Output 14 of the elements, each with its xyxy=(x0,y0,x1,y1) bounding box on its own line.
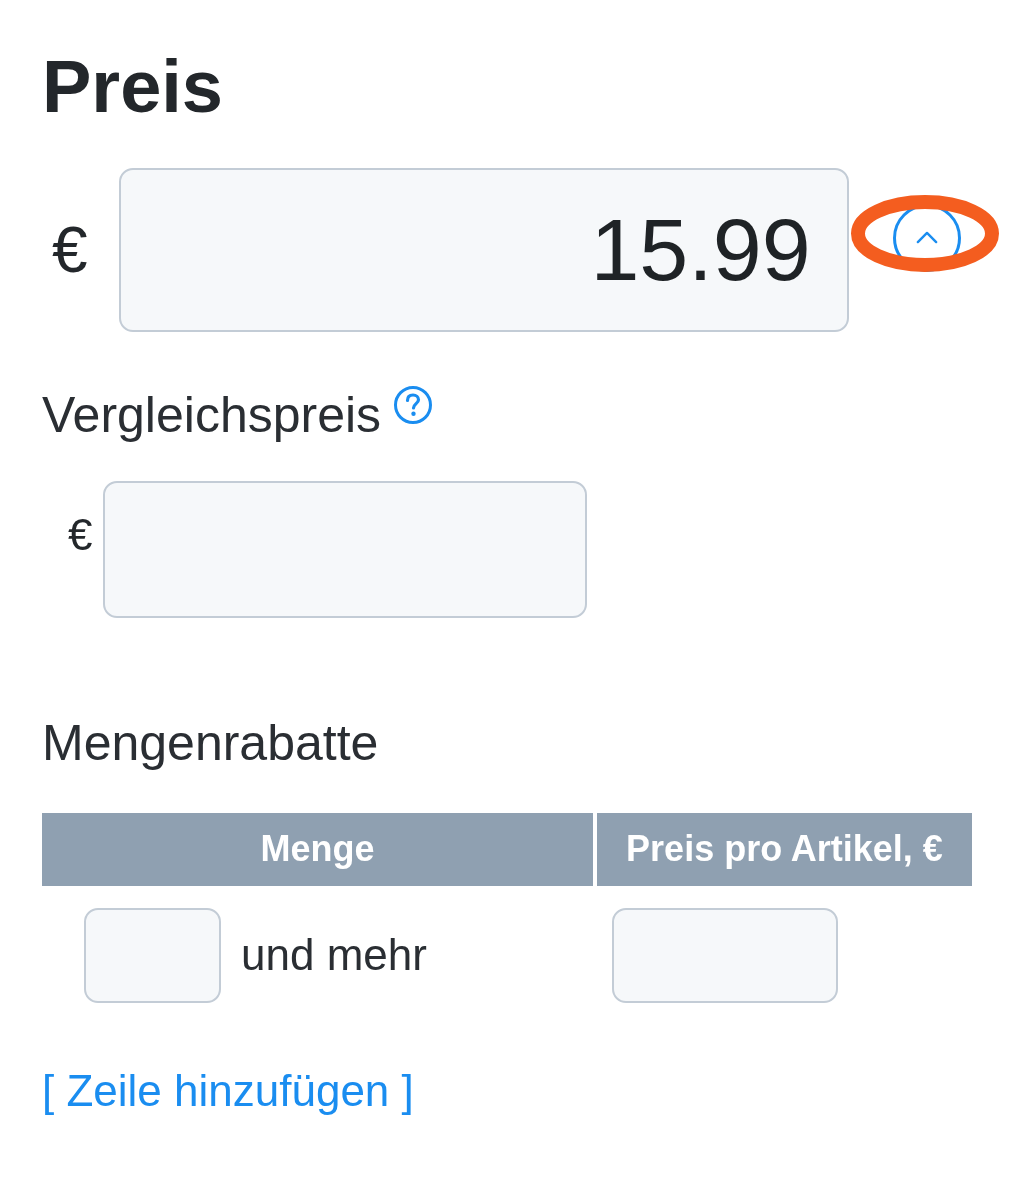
field-label: Vergleichspreis xyxy=(42,385,382,445)
quantity-suffix: und mehr xyxy=(241,928,427,981)
currency-symbol: € xyxy=(68,511,93,560)
section-label: Mengenrabatte xyxy=(42,713,379,773)
price-field[interactable]: 15.99 xyxy=(118,167,849,332)
help-icon[interactable] xyxy=(393,384,434,425)
column-header: Preis pro Artikel, € xyxy=(597,812,972,886)
quantity-field[interactable] xyxy=(84,907,221,1003)
section-heading: Preis xyxy=(42,44,224,130)
currency-symbol: € xyxy=(52,214,88,285)
compare-price-field[interactable] xyxy=(103,480,588,618)
column-header: Menge xyxy=(42,812,593,886)
unit-price-field[interactable] xyxy=(612,907,838,1003)
chevron-up-icon xyxy=(915,231,938,245)
